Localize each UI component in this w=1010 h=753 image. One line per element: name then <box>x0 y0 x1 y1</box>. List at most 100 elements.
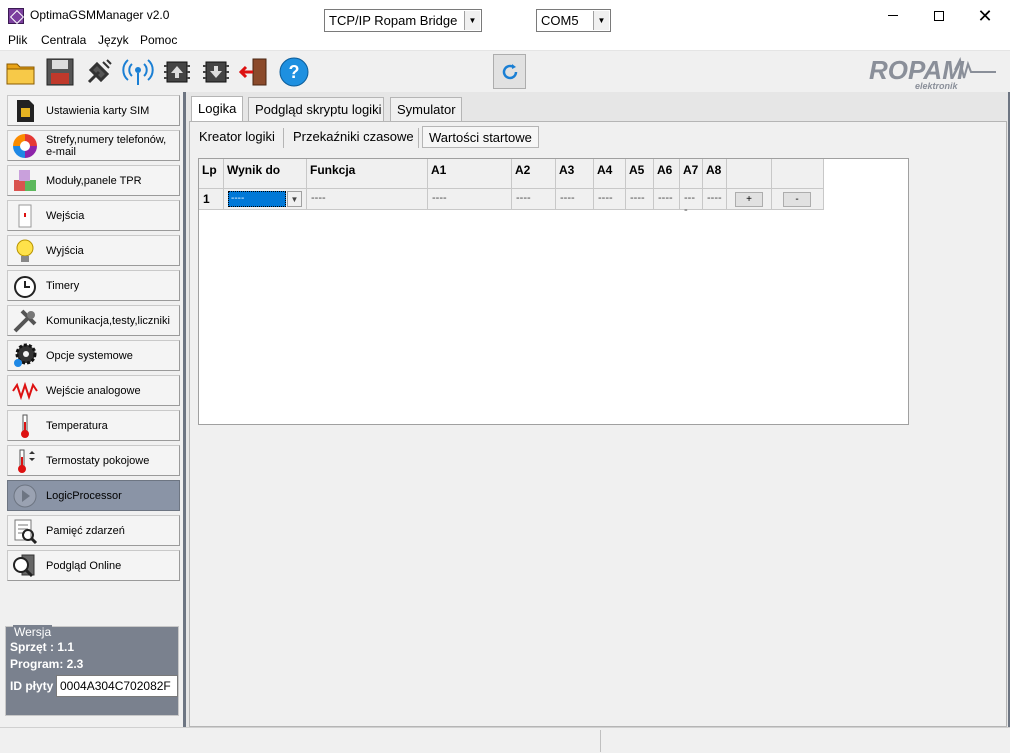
sidebar-item-online-preview[interactable]: Podgląd Online <box>7 550 180 581</box>
sidebar-item-label: Wejście analogowe <box>46 384 141 397</box>
col-header-lp: Lp <box>199 159 224 189</box>
sim-card-icon <box>17 99 34 122</box>
row-a8[interactable]: ---- <box>703 189 727 210</box>
minimize-icon <box>888 15 898 16</box>
sidebar-item-system-options[interactable]: Opcje systemowe <box>7 340 180 371</box>
subtab-logic-wizard[interactable]: Kreator logiki <box>193 126 281 148</box>
maximize-button[interactable] <box>916 0 962 31</box>
download-chip-icon[interactable] <box>200 56 232 88</box>
antenna-signal-icon[interactable] <box>122 56 154 88</box>
chevron-down-icon: ▼ <box>464 11 480 30</box>
sidebar-item-timers[interactable]: Timery <box>7 270 180 301</box>
sidebar-item-outputs[interactable]: Wyjścia <box>7 235 180 266</box>
col-header-funkcja: Funkcja <box>307 159 428 189</box>
menu-plik[interactable]: Plik <box>8 33 27 47</box>
bulb-icon <box>16 239 34 262</box>
disconnect-plug-icon[interactable] <box>83 56 115 88</box>
gear-icon <box>14 343 37 367</box>
svg-text:?: ? <box>289 62 300 82</box>
sidebar-item-sim[interactable]: Ustawienia karty SIM <box>7 95 180 126</box>
col-header-a2: A2 <box>512 159 556 189</box>
port-value: COM5 <box>541 13 579 28</box>
row-a6[interactable]: ---- <box>654 189 680 210</box>
play-icon <box>13 484 37 507</box>
row-wynik-cell: ---- ▼ <box>224 189 307 210</box>
version-legend: Wersja <box>13 625 53 639</box>
sidebar-item-zones[interactable]: Strefy,numery telefonów, e-mail <box>7 130 180 161</box>
status-separator <box>600 730 601 752</box>
open-folder-icon[interactable] <box>5 56 37 88</box>
exit-door-icon[interactable] <box>239 56 271 88</box>
row-a3[interactable]: ---- <box>556 189 594 210</box>
menu-jezyk[interactable]: Język <box>98 33 129 47</box>
row-a2[interactable]: ---- <box>512 189 556 210</box>
remove-row-button[interactable]: - <box>783 192 811 207</box>
sidebar-item-label: Wejścia <box>46 209 85 222</box>
connection-type-value: TCP/IP Ropam Bridge <box>329 13 458 28</box>
subtab-separator <box>283 128 284 148</box>
sidebar-item-logicprocessor[interactable]: LogicProcessor <box>7 480 180 511</box>
sidebar-item-label: Komunikacja,testy,liczniki <box>46 314 170 327</box>
sidebar-item-temperature[interactable]: Temperatura <box>7 410 180 441</box>
row-funkcja[interactable]: ---- <box>307 189 428 210</box>
sidebar-item-label: Termostaty pokojowe <box>46 454 150 467</box>
col-header-remove <box>772 159 824 189</box>
sidebar-item-label: Temperatura <box>46 419 108 432</box>
refresh-icon <box>502 63 517 79</box>
sidebar-item-label: Opcje systemowe <box>46 349 133 362</box>
refresh-button[interactable] <box>493 54 526 89</box>
tab-simulator[interactable]: Symulator <box>390 97 462 121</box>
inputs-icon <box>18 204 32 227</box>
minimize-button[interactable] <box>870 0 916 31</box>
col-header-a1: A1 <box>428 159 512 189</box>
sidebar-item-inputs[interactable]: Wejścia <box>7 200 180 231</box>
row-a7[interactable]: ---- <box>680 189 703 216</box>
sidebar-item-analog-input[interactable]: Wejście analogowe <box>7 375 180 406</box>
menu-centrala[interactable]: Centrala <box>41 33 86 47</box>
subtab-start-values[interactable]: Wartości startowe <box>422 126 539 148</box>
program-version: Program: 2.3 <box>10 657 84 671</box>
thermometer-icon <box>21 414 29 438</box>
tab-logika[interactable]: Logika <box>191 96 243 122</box>
sidebar-item-label: Strefy,numery telefonów, e-mail <box>46 133 167 158</box>
connection-type-select[interactable]: TCP/IP Ropam Bridge ▼ <box>324 9 482 32</box>
thermostat-icon <box>18 449 35 473</box>
col-header-a6: A6 <box>654 159 680 189</box>
col-header-a7: A7 <box>680 159 703 189</box>
menu-pomoc[interactable]: Pomoc <box>140 33 177 47</box>
sidebar-item-modules[interactable]: Moduły,panele TPR <box>7 165 180 196</box>
sidebar-item-label: Podgląd Online <box>46 559 122 572</box>
close-button[interactable]: ✕ <box>962 0 1008 31</box>
sidebar-item-thermostats[interactable]: Termostaty pokojowe <box>7 445 180 476</box>
col-header-a8: A8 <box>703 159 727 189</box>
row-a1[interactable]: ---- <box>428 189 512 210</box>
add-row-button[interactable]: + <box>735 192 763 207</box>
col-header-a5: A5 <box>626 159 654 189</box>
tab-script-preview[interactable]: Podgląd skryptu logiki <box>248 97 384 121</box>
board-id-field[interactable]: 0004A304C702082F <box>56 675 178 697</box>
row-a4[interactable]: ---- <box>594 189 626 210</box>
logo-subtext: elektronik <box>915 81 959 91</box>
main-panel: Logika Podgląd skryptu logiki Symulator … <box>186 92 1010 727</box>
col-header-add <box>727 159 772 189</box>
clock-icon <box>14 275 36 298</box>
col-header-a4: A4 <box>594 159 626 189</box>
sidebar-item-label: LogicProcessor <box>46 489 122 502</box>
version-panel: Wersja Sprzęt : 1.1 Program: 2.3 ID płyt… <box>5 625 179 716</box>
col-header-wynik: Wynik do <box>224 159 307 189</box>
start-values-grid: Lp Wynik do Funkcja A1 A2 A3 A4 A5 A6 A7… <box>198 158 909 425</box>
online-icon <box>13 554 35 577</box>
tools-icon <box>13 309 37 332</box>
upload-chip-icon[interactable] <box>161 56 193 88</box>
port-select[interactable]: COM5 ▼ <box>536 9 611 32</box>
sidebar-item-communication[interactable]: Komunikacja,testy,liczniki <box>7 305 180 336</box>
chevron-down-icon[interactable]: ▼ <box>287 191 302 207</box>
sidebar-item-event-log[interactable]: Pamięć zdarzeń <box>7 515 180 546</box>
help-icon[interactable]: ? <box>278 56 310 88</box>
wynik-select-value[interactable]: ---- <box>228 191 286 207</box>
save-icon[interactable] <box>44 56 76 88</box>
subtab-timers[interactable]: Przekaźniki czasowe <box>287 126 420 148</box>
menu-bar: Plik Centrala Język Pomoc <box>0 31 1010 51</box>
row-a5[interactable]: ---- <box>626 189 654 210</box>
board-id-label: ID płyty <box>10 679 54 693</box>
